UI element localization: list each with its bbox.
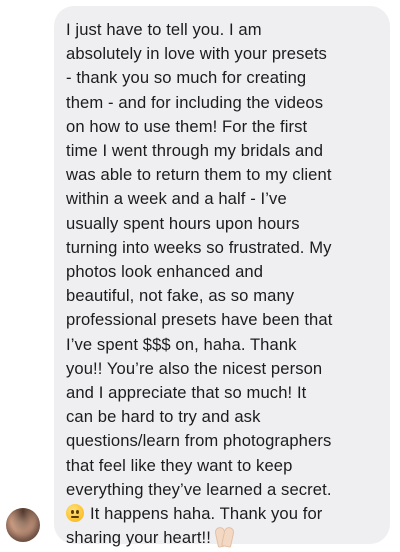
message-line: within a week and a half - I’ve [66, 189, 287, 209]
message-line: - thank you so much for creating [66, 68, 307, 88]
message-line: time I went through my bridals and [66, 141, 324, 161]
message-line: I’ve spent $$$ on, haha. Thank [66, 334, 297, 354]
message-line: I just have to tell you. I am [66, 20, 262, 39]
neutral-face-emoji-icon [66, 504, 84, 523]
message-last-line: sharing your heart!! [66, 526, 378, 550]
message-line: questions/learn from photographers [66, 431, 332, 451]
message-line-text: sharing your heart!! [66, 528, 211, 548]
message-line: that feel like they want to keep [66, 455, 293, 475]
message-line: beautiful, not fake, as so many [66, 286, 295, 306]
message-line: professional presets have been that [66, 310, 333, 330]
folded-hands-emoji-icon [213, 526, 235, 549]
message-line: absolutely in love with your presets [66, 44, 327, 64]
message-line-with-emoji: It happens haha. Thank you for [66, 502, 378, 526]
message-line: was able to return them to my client [66, 165, 332, 185]
message-line: photos look enhanced and [66, 262, 264, 282]
message-line: on how to use them! For the first [66, 116, 308, 136]
message-line: and I appreciate that so much! It [66, 383, 307, 403]
message-text: I just have to tell you. I am absolutely… [66, 18, 378, 550]
message-line-text: It happens haha. Thank you for [90, 504, 323, 524]
avatar-photo [6, 508, 40, 542]
message-line: usually spent hours upon hours [66, 213, 300, 233]
message-line: them - and for including the videos [66, 92, 324, 112]
message-bubble[interactable]: I just have to tell you. I am absolutely… [54, 6, 390, 549]
message-thread: I just have to tell you. I am absolutely… [0, 0, 400, 552]
message-line: can be hard to try and ask [66, 407, 261, 427]
sender-avatar[interactable] [6, 508, 40, 542]
message-line: you!! You’re also the nicest person [66, 358, 323, 378]
message-line: turning into weeks so frustrated. My [66, 237, 332, 257]
message-line: everything they’ve learned a secret. [66, 479, 332, 499]
